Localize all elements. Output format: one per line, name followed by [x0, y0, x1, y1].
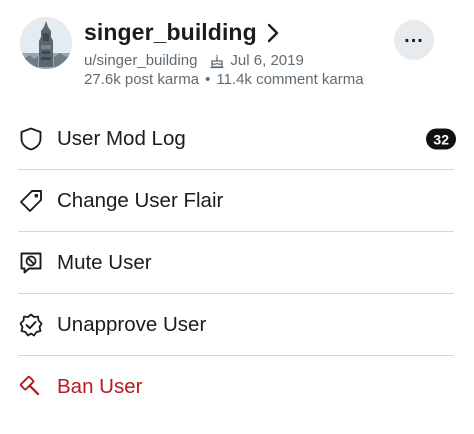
comment-karma: 11.4k comment karma	[216, 71, 364, 88]
cake-icon	[210, 54, 224, 68]
mute-chat-icon	[20, 252, 42, 274]
menu-item-change-user-flair[interactable]: Change User Flair	[0, 170, 474, 232]
avatar-tower-image	[20, 17, 72, 69]
menu-item-label: Change User Flair	[57, 189, 224, 212]
username: singer_building	[84, 19, 257, 45]
menu-item-mute-user[interactable]: Mute User	[0, 232, 474, 294]
user-handle: u/singer_building	[84, 52, 198, 69]
tag-icon	[20, 190, 42, 212]
menu-item-label: Mute User	[57, 251, 152, 274]
menu-item-label: Ban User	[57, 375, 143, 398]
more-horizontal-icon: ...	[404, 25, 424, 47]
post-karma: 27.6k post karma	[84, 71, 200, 88]
mod-log-count-badge: 32	[426, 128, 456, 150]
more-options-button[interactable]: ...	[394, 20, 434, 60]
karma-summary: 27.6k post karma • 11.4k comment karma	[84, 71, 364, 88]
badge-check-icon	[19, 313, 43, 337]
karma-separator: •	[205, 71, 211, 88]
mod-actions-menu: User Mod Log 32 Change User Flair Mute U…	[0, 108, 474, 418]
username-link[interactable]: singer_building	[84, 19, 279, 46]
menu-item-ban-user[interactable]: Ban User	[0, 356, 474, 418]
avatar[interactable]	[20, 17, 72, 69]
gavel-icon	[19, 375, 40, 396]
cake-day: Jul 6, 2019	[230, 52, 304, 69]
user-meta: u/singer_building Jul 6, 2019	[84, 52, 304, 69]
menu-item-user-mod-log[interactable]: User Mod Log 32	[0, 108, 474, 170]
menu-item-unapprove-user[interactable]: Unapprove User	[0, 294, 474, 356]
shield-icon	[20, 127, 42, 151]
menu-item-label: User Mod Log	[57, 127, 186, 150]
menu-item-label: Unapprove User	[57, 313, 207, 336]
user-header: singer_building u/singer_building Jul 6,…	[0, 0, 474, 108]
chevron-right-icon	[267, 23, 278, 42]
